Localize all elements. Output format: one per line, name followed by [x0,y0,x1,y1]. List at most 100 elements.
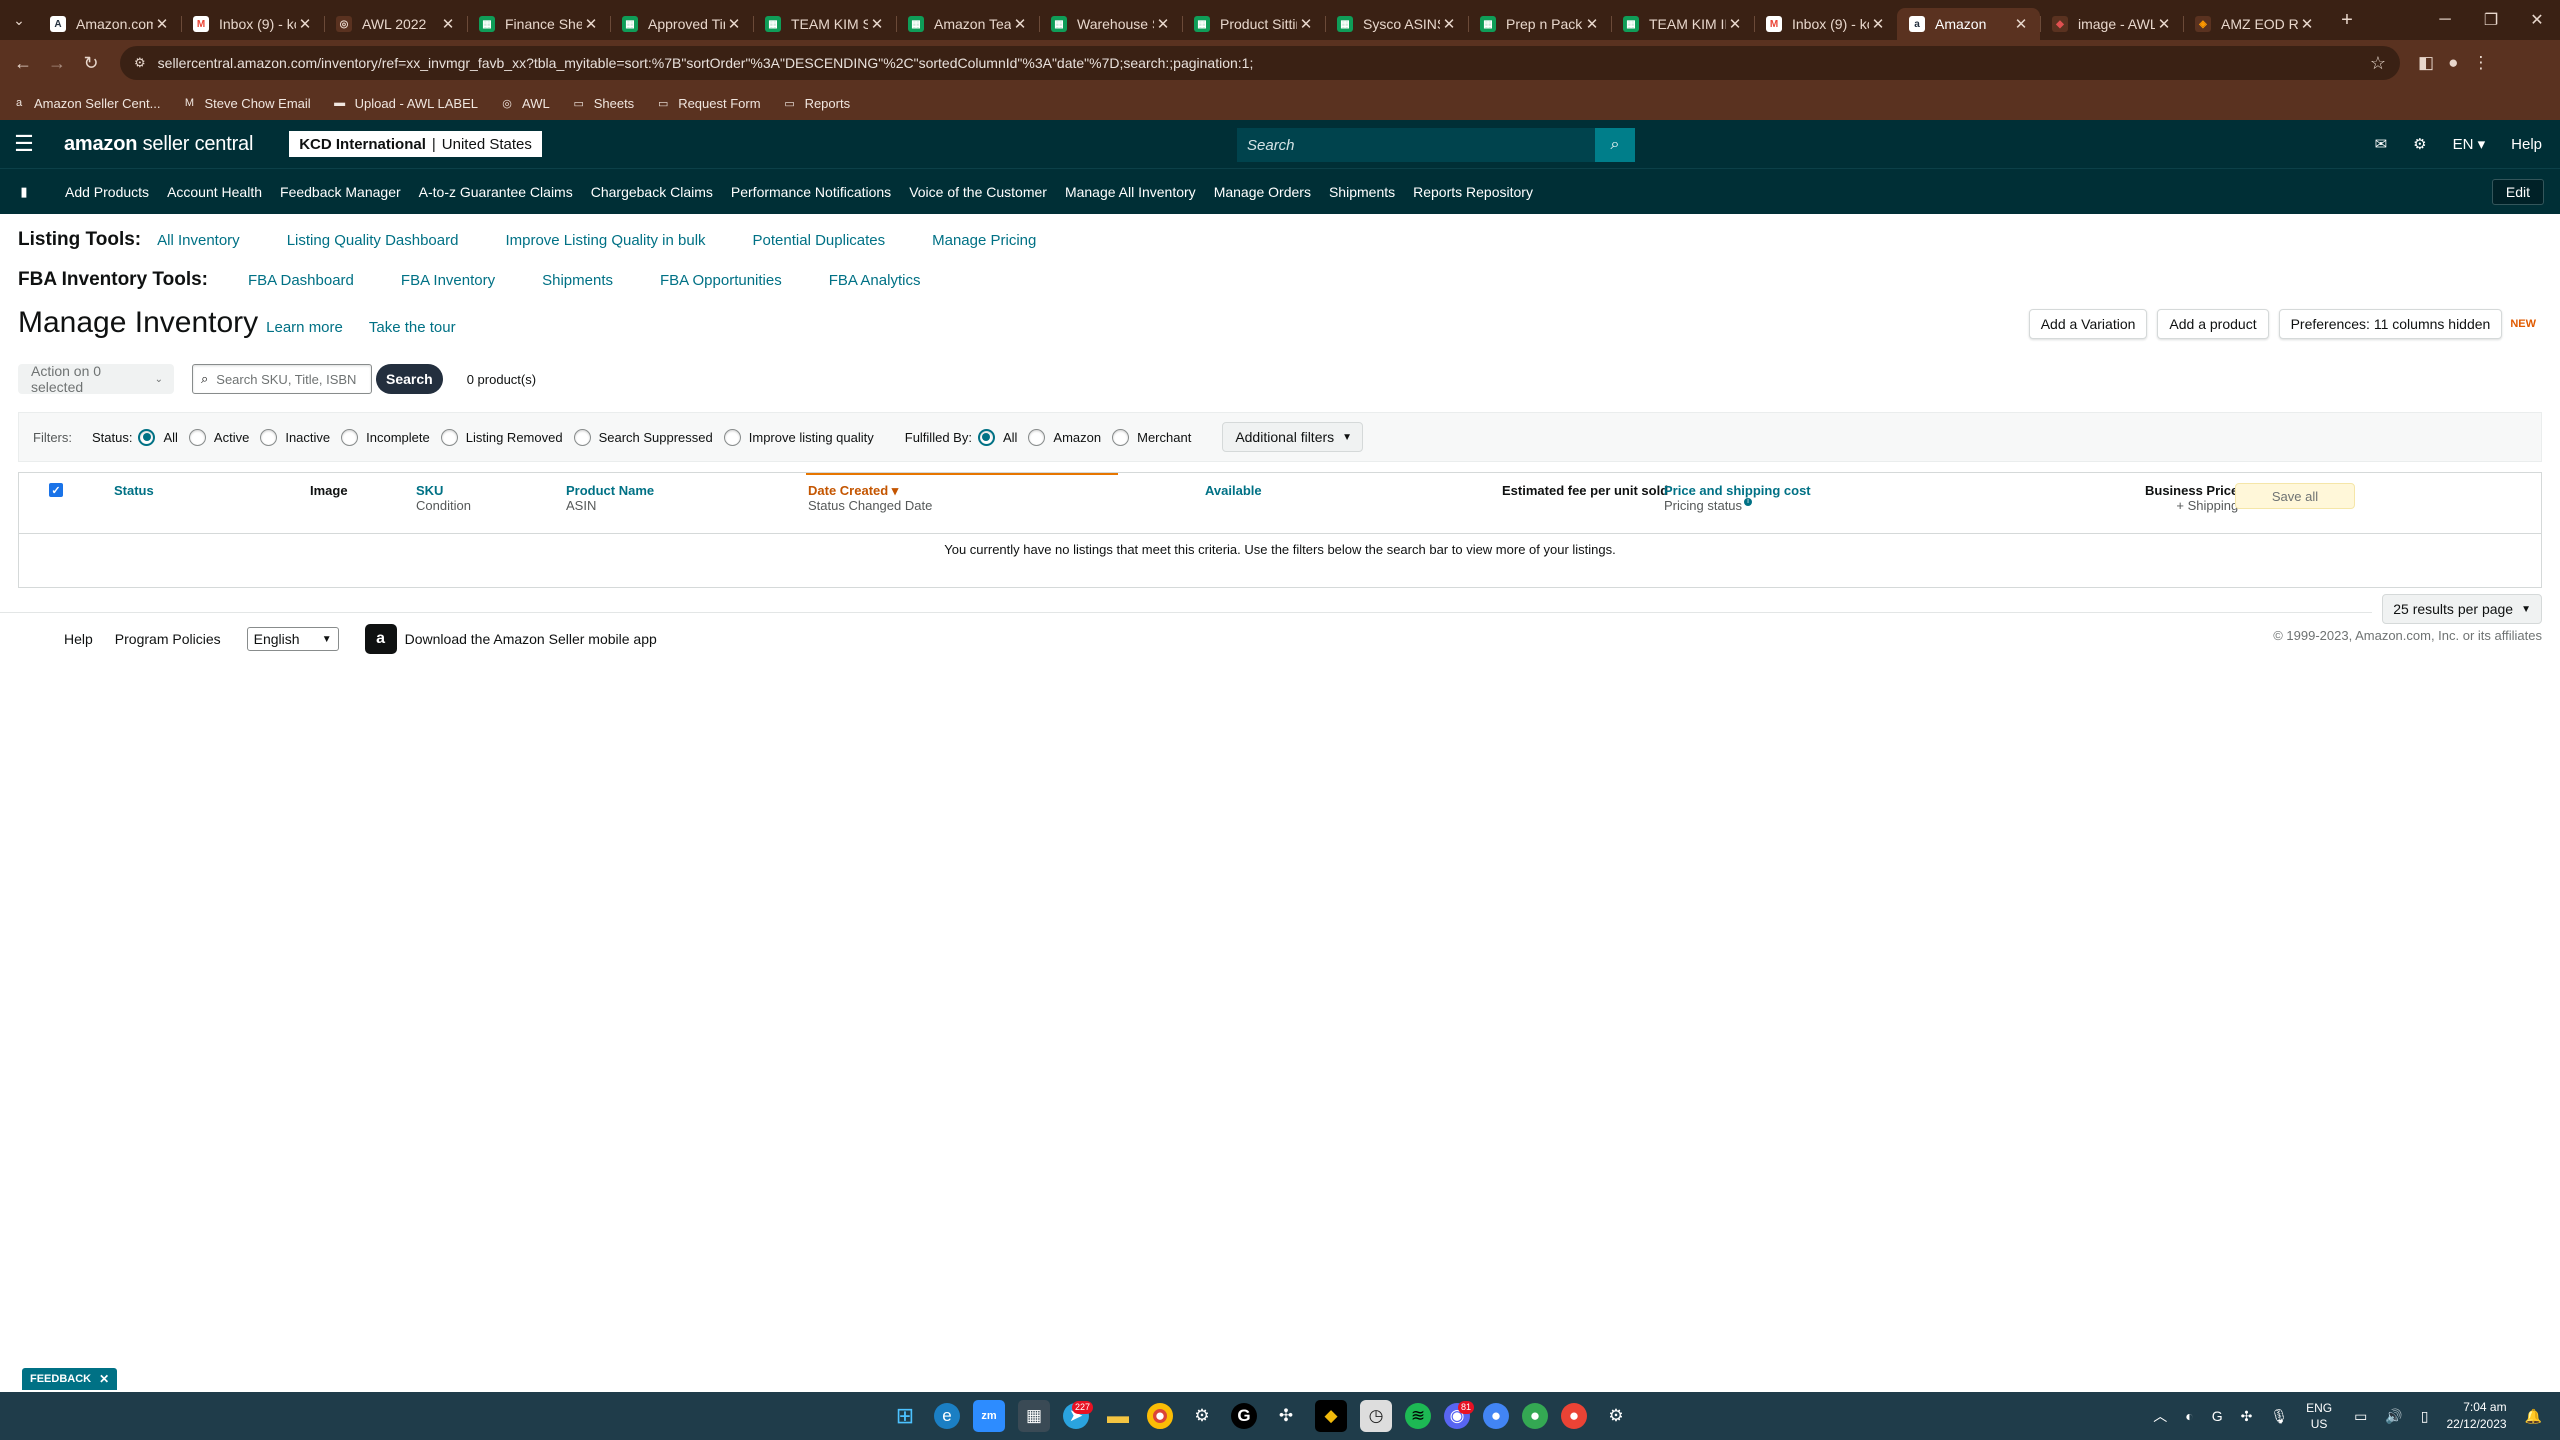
chrome-profile-1-icon[interactable]: ● [1483,1403,1509,1429]
status-filter-option[interactable]: All [138,428,178,446]
fulfilled-filter-radio[interactable] [1112,428,1130,446]
learn-more-link[interactable]: Learn more [266,319,343,336]
nav-item-reports-repository[interactable]: Reports Repository [1413,184,1533,200]
nav-item-shipments[interactable]: Shipments [1329,184,1395,200]
listing-tool-link[interactable]: Listing Quality Dashboard [287,232,459,249]
status-filter-radio[interactable] [188,428,206,446]
status-filter-option[interactable]: Inactive [260,428,330,446]
volume-icon[interactable]: 🔊 [2385,1408,2402,1425]
fulfilled-filter-radio[interactable] [977,428,995,446]
notifications-icon[interactable]: 🔔 [2525,1408,2542,1425]
chrome-profile-2-icon[interactable]: ● [1522,1403,1548,1429]
program-policies-link[interactable]: Program Policies [115,631,221,647]
nav-item-chargeback-claims[interactable]: Chargeback Claims [591,184,713,200]
browser-tab[interactable]: ▦ TEAM KIM IM✕ [1611,8,1754,40]
close-tab-icon[interactable]: ✕ [868,15,886,33]
close-tab-icon[interactable]: ✕ [582,15,600,33]
zoom-icon[interactable]: zm [973,1400,1005,1432]
close-tab-icon[interactable]: ✕ [1726,15,1744,33]
nav-item-manage-orders[interactable]: Manage Orders [1214,184,1311,200]
browser-tab[interactable]: ▦ Amazon Team✕ [896,8,1039,40]
fba-tool-link[interactable]: Shipments [542,272,613,289]
status-filter-radio[interactable] [138,428,156,446]
status-filter-radio[interactable] [723,428,741,446]
status-filter-radio[interactable] [341,428,359,446]
binance-icon[interactable]: ◆ [1315,1400,1347,1432]
fba-tool-link[interactable]: FBA Opportunities [660,272,782,289]
status-filter-radio[interactable] [260,428,278,446]
take-tour-link[interactable]: Take the tour [369,319,456,336]
mail-icon[interactable]: ✉ [2375,135,2388,153]
browser-tab[interactable]: ◈ AMZ EOD Re✕ [2183,8,2326,40]
browser-tab[interactable]: ▦ Finance Sheet✕ [467,8,610,40]
bookmark-star-icon[interactable]: ☆ [2370,53,2386,74]
listing-tool-link[interactable]: Manage Pricing [932,232,1036,249]
footer-help-link[interactable]: Help [64,631,93,647]
search-button[interactable]: Search [376,364,443,394]
windows-start-icon[interactable]: ⊞ [889,1400,921,1432]
browser-tab[interactable]: M Inbox (9) - kc ✕ [1754,8,1897,40]
browser-tab[interactable]: A Amazon.com ✕ [38,8,181,40]
site-info-icon[interactable]: ⚙ [134,55,146,71]
clock-app-icon[interactable]: ◷ [1360,1400,1392,1432]
listing-tool-link[interactable]: Potential Duplicates [753,232,886,249]
browser-tab[interactable]: ▦ Product Sittin ✕ [1182,8,1325,40]
discord-icon[interactable]: ◉ 81 [1444,1401,1474,1429]
browser-tab[interactable]: ◆ image - AWL ✕ [2040,8,2183,40]
mic-icon[interactable]: 🎙 [2270,1408,2288,1425]
status-filter-option[interactable]: Search Suppressed [573,428,713,446]
seller-central-logo[interactable]: amazon seller central [64,133,253,156]
info-icon[interactable]: i [1744,498,1753,506]
chevron-up-icon[interactable]: ︿ [2153,1406,2167,1426]
nav-item-add-products[interactable]: Add Products [65,184,149,200]
side-panel-icon[interactable]: ◧ [2418,53,2434,73]
select-all-checkbox[interactable]: ✓ [49,483,63,497]
new-tab-button[interactable]: + [2330,9,2364,32]
settings-gear-icon[interactable]: ⚙ [2413,135,2426,153]
nav-item-a-to-z-guarantee-claims[interactable]: A-to-z Guarantee Claims [419,184,573,200]
browser-tab[interactable]: M Inbox (9) - kc ✕ [181,8,324,40]
input-language[interactable]: ENG US [2306,1400,2332,1432]
network-tray-icon[interactable]: ✣ [2241,1408,2253,1425]
col-sku[interactable]: SKU Condition [416,483,471,513]
nav-item-feedback-manager[interactable]: Feedback Manager [280,184,401,200]
close-tab-icon[interactable]: ✕ [153,15,171,33]
bookmark-item[interactable]: ▭ Request Form [656,96,761,111]
status-filter-option[interactable]: Active [188,428,249,446]
bookmark-item[interactable]: ▭ Reports [783,96,850,111]
close-tab-icon[interactable]: ✕ [2012,15,2030,33]
add-product-button[interactable]: Add a product [2157,309,2269,339]
browser-menu-icon[interactable]: ⋮ [2472,53,2489,73]
profile-icon[interactable]: ● [2448,53,2458,73]
col-date-created[interactable]: Date Created ▾ Status Changed Date [808,483,932,513]
search-icon[interactable]: ⌕ [1595,128,1635,162]
nav-item-voice-of-the-customer[interactable]: Voice of the Customer [909,184,1047,200]
add-variation-button[interactable]: Add a Variation [2028,309,2148,339]
nav-item-account-health[interactable]: Account Health [167,184,262,200]
bookmark-item[interactable]: ▬ Upload - AWL LABEL [333,96,478,111]
hamburger-menu-icon[interactable]: ☰ [0,131,48,157]
account-switcher[interactable]: KCD International | United States [289,131,542,157]
close-tab-icon[interactable]: ✕ [1154,15,1172,33]
fba-tool-link[interactable]: FBA Analytics [829,272,921,289]
app-download-link[interactable]: a Download the Amazon Seller mobile app [364,624,657,654]
fba-tool-link[interactable]: FBA Inventory [401,272,495,289]
bulk-action-dropdown[interactable]: Action on 0 selected ⌄ [18,363,174,395]
wifi-icon[interactable]: ▭ [2354,1408,2367,1425]
close-tab-icon[interactable]: ✕ [725,15,743,33]
telegram-icon[interactable]: ➤ 227 [1063,1401,1093,1429]
close-tab-icon[interactable]: ✕ [439,15,457,33]
fba-tool-link[interactable]: FBA Dashboard [248,272,354,289]
tab-search-icon[interactable]: ⌄ [0,0,38,40]
nav-item-manage-all-inventory[interactable]: Manage All Inventory [1065,184,1196,200]
status-filter-radio[interactable] [573,428,591,446]
bookmark-icon[interactable]: ▮ [0,184,48,200]
edit-bookmarks-button[interactable]: Edit [2491,179,2544,205]
chrome-profile-3-icon[interactable]: ● [1561,1403,1587,1429]
spotify-icon[interactable]: ≋ [1405,1403,1431,1429]
status-filter-radio[interactable] [440,428,458,446]
close-tab-icon[interactable]: ✕ [2155,15,2173,33]
fulfilled-filter-option[interactable]: Amazon [1028,428,1101,446]
address-bar[interactable]: ⚙ sellercentral.amazon.com/inventory/ref… [120,46,2400,80]
status-filter-option[interactable]: Incomplete [341,428,430,446]
